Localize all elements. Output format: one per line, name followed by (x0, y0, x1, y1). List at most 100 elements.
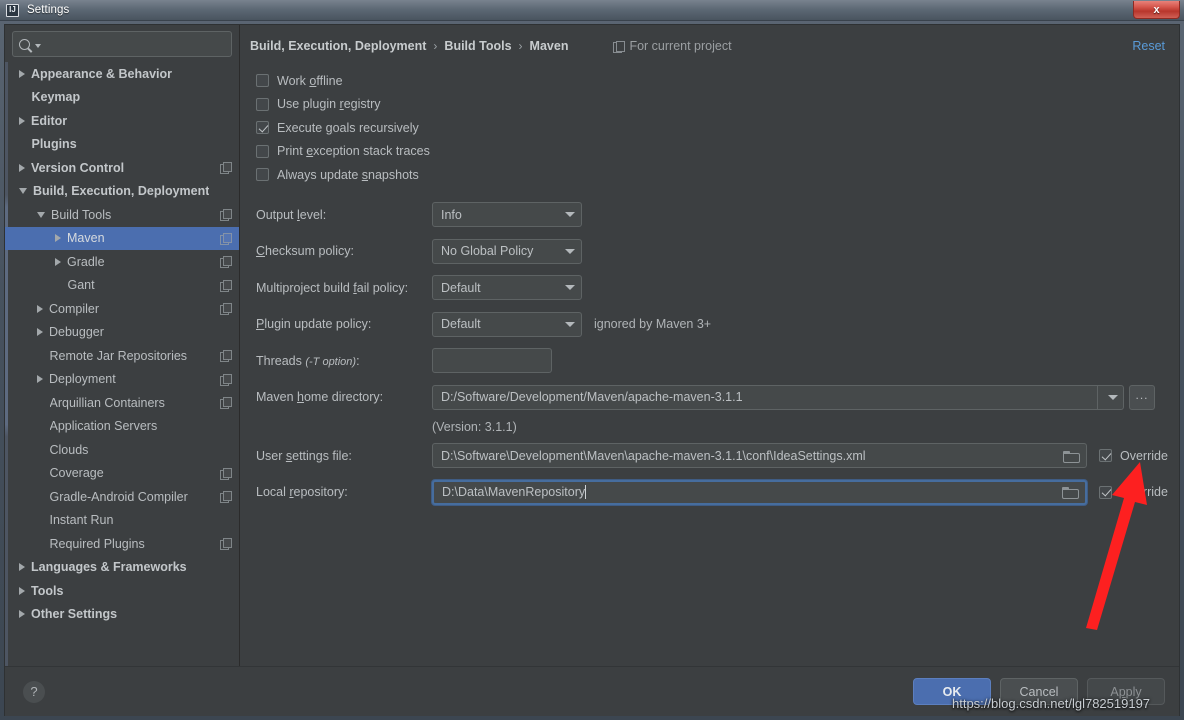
chevron-down-icon[interactable] (19, 188, 27, 195)
sidebar-item-keymap[interactable]: Keymap (5, 86, 239, 110)
label-mnemonic: C (256, 244, 266, 259)
search-input[interactable] (47, 36, 225, 52)
copy-settings-icon[interactable] (220, 256, 232, 269)
breadcrumb-item-1[interactable]: Build Tools (444, 39, 511, 53)
checkbox-use-plugin-registry[interactable] (256, 97, 269, 111)
sidebar-item-compiler[interactable]: Compiler (5, 297, 239, 321)
local-repo-value-wrap: D:\Data\MavenRepository (442, 485, 1062, 500)
sidebar-item-appearance-behavior[interactable]: Appearance & Behavior (5, 62, 239, 86)
settings-tree[interactable]: Appearance & Behavior Keymap Editor Plugins… (5, 62, 239, 666)
close-icon[interactable]: x (1133, 1, 1180, 19)
sidebar-item-clouds[interactable]: Clouds (5, 438, 239, 462)
copy-settings-icon[interactable] (220, 303, 232, 316)
chevron-right-icon[interactable] (37, 375, 43, 384)
local-repo-override[interactable]: Override (1099, 485, 1168, 499)
label-post: napshots (368, 167, 419, 182)
folder-browse-icon[interactable] (1063, 450, 1080, 463)
maven-home-dropdown-icon[interactable] (1097, 385, 1123, 409)
combo-checksum-policy[interactable]: No Global Policy (432, 238, 582, 264)
checkbox-row-work-offline[interactable]: Work offline (250, 69, 1179, 93)
reset-link[interactable]: Reset (1132, 39, 1165, 53)
chevron-right-icon[interactable] (55, 257, 61, 266)
maven-home-browse-button[interactable]: ... (1129, 384, 1155, 410)
chevron-right-icon[interactable] (19, 116, 25, 125)
sidebar-item-version-control[interactable]: Version Control (5, 156, 239, 180)
copy-settings-icon[interactable] (220, 232, 232, 245)
sidebar-item-gant[interactable]: Gant (5, 274, 239, 298)
chevron-right-icon[interactable] (19, 610, 25, 619)
sidebar-item-remote-jar-repositories[interactable]: Remote Jar Repositories (5, 344, 239, 368)
search-dropdown-icon[interactable] (35, 43, 41, 48)
chevron-right-icon[interactable] (19, 69, 25, 78)
sidebar-item-build-execution-deployment[interactable]: Build, Execution, Deployment (5, 180, 239, 204)
local-repo-field[interactable]: D:\Data\MavenRepository (432, 479, 1087, 505)
chevron-down-icon (565, 285, 575, 291)
combo-value: Default (441, 317, 481, 332)
chevron-right-icon[interactable] (19, 586, 25, 595)
checkbox-row-execute-goals-recursively[interactable]: Execute goals recursively (250, 116, 1179, 140)
sidebar-item-gradle[interactable]: Gradle (5, 250, 239, 274)
sidebar-item-deployment[interactable]: Deployment (5, 368, 239, 392)
checkbox-execute-goals-recursively[interactable] (256, 121, 269, 135)
checkbox-row-print-exception-stack-traces[interactable]: Print exception stack traces (250, 140, 1179, 164)
copy-settings-icon[interactable] (220, 350, 232, 363)
local-repo-override-checkbox[interactable] (1099, 485, 1112, 499)
local-repo-value: D:\Data\MavenRepository (442, 485, 586, 500)
folder-browse-icon[interactable] (1062, 486, 1079, 500)
chevron-right-icon[interactable] (37, 304, 43, 313)
combo-output-level[interactable]: Info (432, 202, 582, 228)
sidebar-item-label: Maven (67, 231, 105, 246)
threads-label-italic: (-T option) (305, 355, 357, 368)
copy-settings-icon[interactable] (220, 397, 232, 410)
chevron-right-icon[interactable] (37, 328, 43, 337)
maven-home-label: Maven home directory: (256, 390, 432, 404)
sidebar-item-coverage[interactable]: Coverage (5, 462, 239, 486)
copy-settings-icon[interactable] (220, 209, 232, 222)
ok-button[interactable]: OK (913, 678, 991, 705)
sidebar-item-required-plugins[interactable]: Required Plugins (5, 532, 239, 556)
user-settings-override-checkbox[interactable] (1099, 449, 1112, 463)
copy-settings-icon[interactable] (220, 162, 232, 175)
sidebar-item-plugins[interactable]: Plugins (5, 133, 239, 157)
sidebar-item-languages-frameworks[interactable]: Languages & Frameworks (5, 556, 239, 580)
window-titlebar: IJ Settings x (0, 0, 1184, 21)
copy-settings-icon[interactable] (220, 279, 232, 292)
combo-plugin-update-policy[interactable]: Default (432, 311, 582, 337)
copy-settings-icon[interactable] (220, 467, 232, 480)
label-post: lugin update policy: (264, 317, 372, 332)
sidebar-item-build-tools[interactable]: Build Tools (5, 203, 239, 227)
cancel-button[interactable]: Cancel (1000, 678, 1078, 705)
maven-home-field[interactable]: D:/Software/Development/Maven/apache-mav… (432, 384, 1124, 410)
search-box[interactable] (12, 31, 232, 57)
apply-button[interactable]: Ap ply (1087, 678, 1165, 705)
copy-settings-icon[interactable] (220, 538, 232, 551)
sidebar-item-application-servers[interactable]: Application Servers (5, 415, 239, 439)
sidebar-item-tools[interactable]: Tools (5, 579, 239, 603)
checkbox-always-update-snapshots[interactable] (256, 168, 269, 182)
sidebar-item-maven[interactable]: Maven (5, 226, 239, 250)
checkbox-label: Work offline (277, 74, 343, 88)
user-settings-field[interactable]: D:\Software\Development\Maven\apache-mav… (432, 443, 1087, 469)
sidebar-item-other-settings[interactable]: Other Settings (5, 603, 239, 627)
breadcrumb-item-0[interactable]: Build, Execution, Deployment (250, 39, 426, 53)
sidebar-item-debugger[interactable]: Debugger (5, 321, 239, 345)
sidebar-item-gradle-android-compiler[interactable]: Gradle-Android Compiler (5, 485, 239, 509)
checkbox-row-always-update-snapshots[interactable]: Always update snapshots (250, 163, 1179, 187)
chevron-right-icon[interactable] (55, 234, 61, 243)
checkbox-print-exception-stack-traces[interactable] (256, 144, 269, 158)
help-button[interactable]: ? (23, 680, 45, 703)
sidebar-item-label: Build, Execution, Deployment (33, 184, 210, 199)
sidebar-item-editor[interactable]: Editor (5, 109, 239, 133)
chevron-right-icon[interactable] (19, 163, 25, 172)
sidebar-item-arquillian-containers[interactable]: Arquillian Containers (5, 391, 239, 415)
combo-multiproject-build-fail-policy[interactable]: Default (432, 275, 582, 301)
sidebar-item-instant-run[interactable]: Instant Run (5, 509, 239, 533)
checkbox-work-offline[interactable] (256, 74, 269, 88)
checkbox-row-use-plugin-registry[interactable]: Use plugin registry (250, 93, 1179, 117)
chevron-down-icon[interactable] (37, 211, 45, 218)
chevron-right-icon[interactable] (19, 563, 25, 572)
copy-settings-icon[interactable] (220, 491, 232, 504)
threads-input[interactable] (432, 348, 552, 374)
copy-settings-icon[interactable] (220, 373, 232, 386)
user-settings-override[interactable]: Override (1099, 449, 1168, 463)
